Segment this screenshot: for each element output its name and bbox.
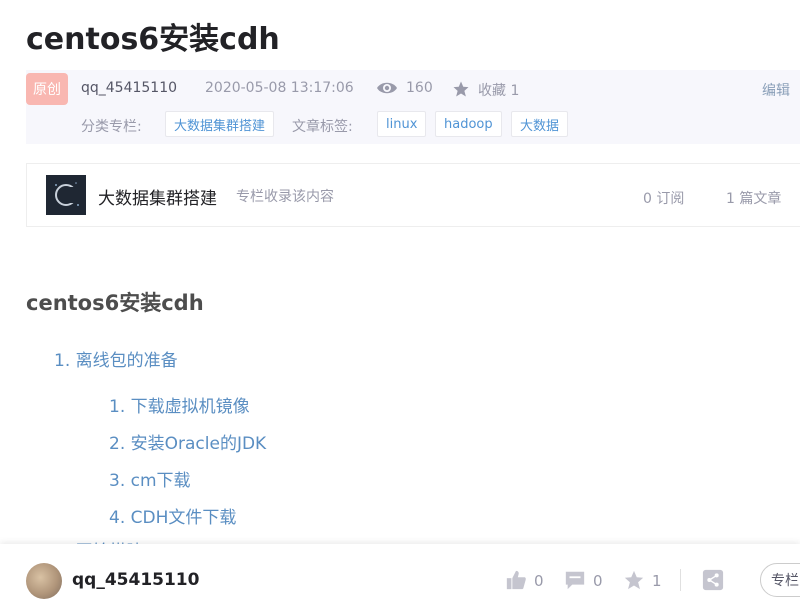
column-subtitle: 专栏收录该内容: [236, 189, 334, 205]
column-article-count: 1 篇文章: [726, 191, 782, 207]
column-subscriptions: 0 订阅: [643, 191, 685, 207]
tag-linux[interactable]: linux: [377, 111, 427, 137]
toc-item[interactable]: 1. 离线包的准备: [54, 346, 178, 371]
edit-link[interactable]: 编辑: [762, 80, 790, 100]
like-count: 0: [534, 572, 544, 590]
column-name[interactable]: 大数据集群搭建: [98, 184, 217, 209]
favorite-count[interactable]: 收藏 1: [478, 80, 519, 100]
thumbs-up-icon[interactable]: [505, 569, 527, 591]
author-link[interactable]: qq_45415110: [81, 80, 177, 96]
toc-item[interactable]: 2. 安装Oracle的JDK: [109, 429, 266, 454]
toc-item[interactable]: 3. cm下载: [109, 466, 191, 491]
comment-count: 0: [593, 572, 603, 590]
tag-hadoop[interactable]: hadoop: [435, 111, 502, 137]
bottom-author-name[interactable]: qq_45415110: [72, 570, 199, 590]
category-label: 分类专栏:: [81, 119, 142, 135]
original-badge: 原创: [26, 73, 68, 105]
column-button[interactable]: 专栏: [760, 563, 800, 597]
toc-item[interactable]: 4. CDH文件下载: [109, 503, 236, 528]
article-title: centos6安装cdh: [26, 22, 280, 57]
toolbar-divider: [680, 569, 681, 591]
column-button-label: 专栏: [771, 573, 799, 589]
avatar[interactable]: [26, 563, 62, 599]
content-heading: centos6安装cdh: [26, 291, 204, 315]
star-icon[interactable]: [623, 569, 645, 591]
view-count: 160: [406, 80, 433, 96]
tag-bigdata[interactable]: 大数据: [511, 111, 569, 137]
bottom-favorite-count: 1: [652, 572, 662, 590]
publish-datetime: 2020-05-08 13:17:06: [205, 80, 354, 96]
eye-icon: [377, 82, 397, 94]
toc-item[interactable]: 1. 下载虚拟机镜像: [109, 392, 250, 417]
comment-icon[interactable]: [564, 569, 586, 591]
share-icon[interactable]: [702, 569, 724, 591]
category-tag[interactable]: 大数据集群搭建: [165, 111, 275, 137]
star-icon[interactable]: [452, 80, 470, 98]
tags-label: 文章标签:: [292, 119, 353, 135]
column-thumbnail: [46, 175, 86, 215]
